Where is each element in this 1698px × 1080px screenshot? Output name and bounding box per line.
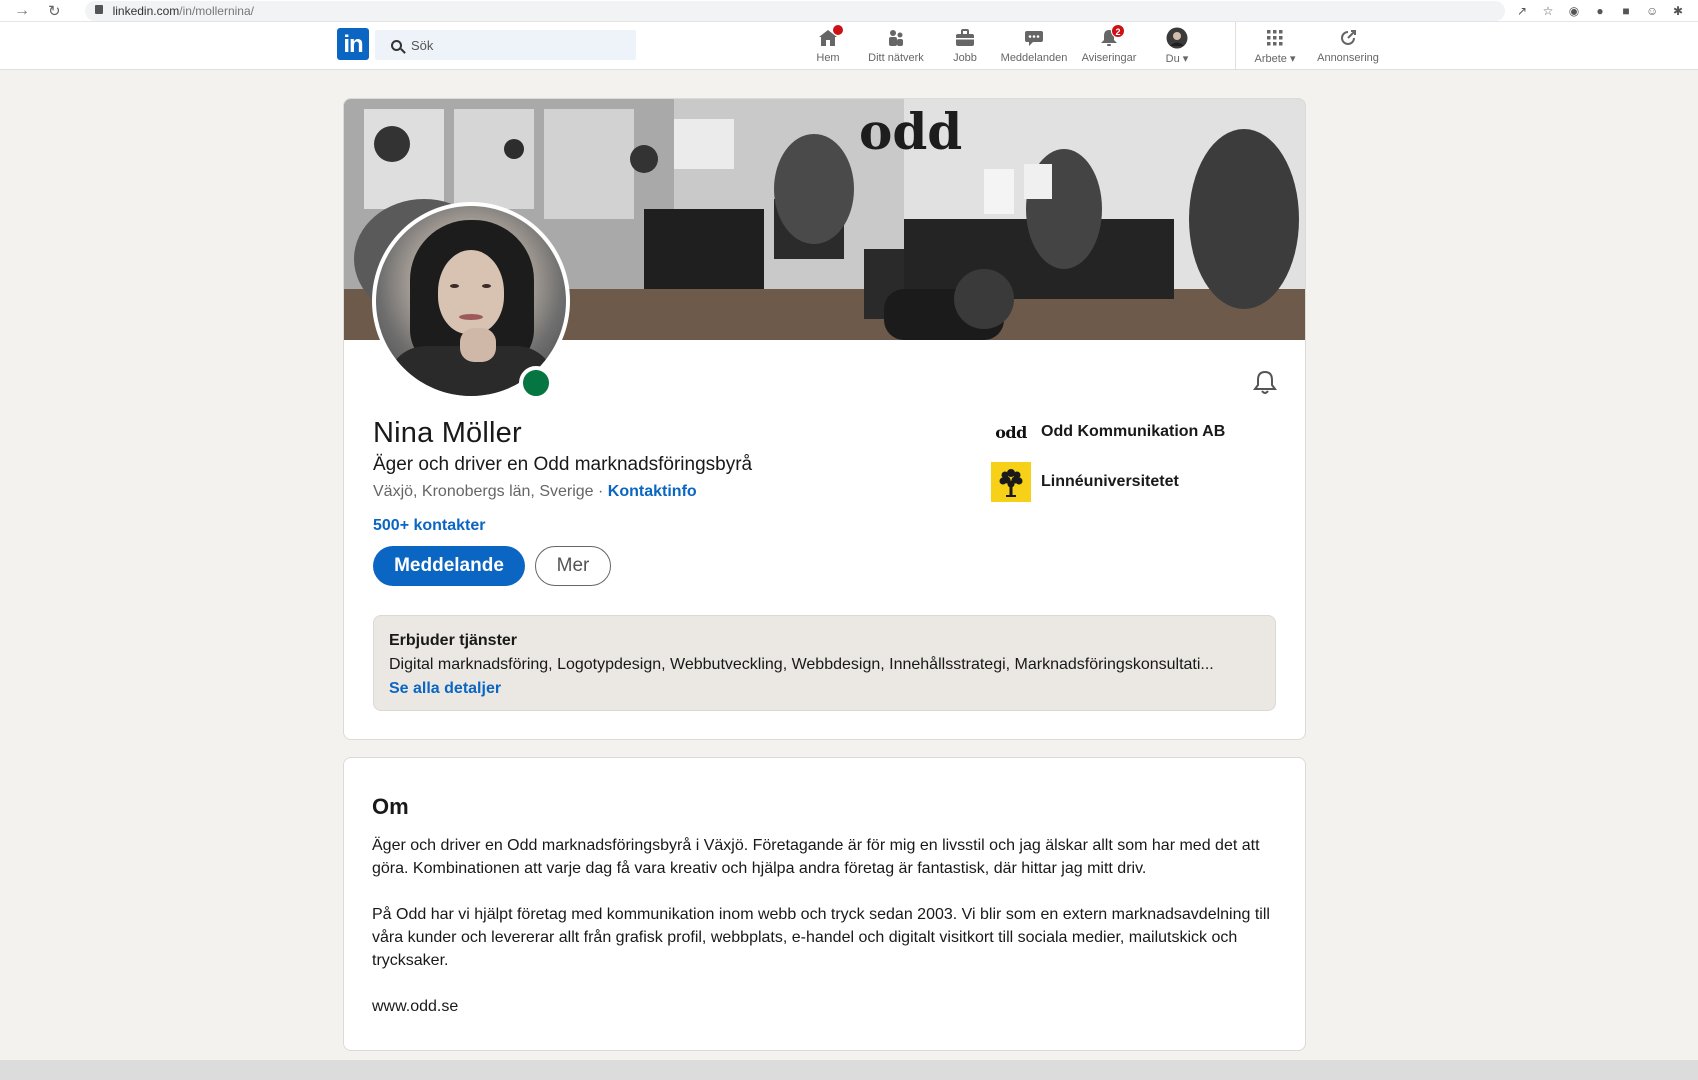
briefcase-icon [954,27,976,49]
search-placeholder: Sök [411,37,434,53]
follow-bell-icon[interactable] [1251,369,1279,397]
nav-item-advertise[interactable]: Annonsering [1310,22,1386,70]
connections-link[interactable]: 500+ kontakter [373,517,486,535]
about-paragraph: På Odd har vi hjälpt företag med kommuni… [372,906,1270,969]
extension-icon[interactable]: ■ [1620,5,1632,17]
services-title: Erbjuder tjänster [389,632,518,649]
profile-card: odd Nina Möller Äger och driver en Odd m… [343,98,1306,740]
avatar-icon [1166,27,1188,49]
services-details-link[interactable]: Se alla detaljer [389,680,1260,698]
more-button[interactable]: Mer [535,546,611,586]
about-paragraph: Äger och driver en Odd marknadsföringsby… [372,837,1260,877]
browser-extension-icons: ↗ ☆ ◉ ● ■ ☺ ✱ [1516,0,1698,22]
nav-item-network[interactable]: Ditt nätverk [856,22,936,70]
about-text: Äger och driver en Odd marknadsföringsby… [372,834,1272,1041]
extension-icon[interactable]: ☺ [1646,5,1658,17]
experience-org-odd[interactable]: odd Odd Kommunikation AB [991,412,1225,452]
forward-icon[interactable]: → [14,2,30,19]
advertise-icon [1337,27,1359,49]
bell-icon: 2 [1098,24,1125,49]
network-icon [885,27,907,49]
about-website: www.odd.se [372,998,459,1015]
browser-toolbar: → ↻ linkedin.com/in/mollernina/ ↗ ☆ ◉ ● … [0,0,1698,22]
profile-location: Växjö, Kronobergs län, Sverige [373,483,594,500]
tree-icon [991,462,1031,502]
company-logo: odd [995,422,1027,442]
address-bar[interactable]: linkedin.com/in/mollernina/ [84,0,1505,21]
nav-item-work[interactable]: Arbete ▾ [1240,22,1310,70]
services-box: Erbjuder tjänster Digital marknadsföring… [373,615,1276,711]
school-name: Linnéuniversitetet [1041,473,1179,490]
nav-item-messaging[interactable]: Meddelanden [994,22,1074,70]
nav-items: Hem Ditt nätverk Jobb Meddelanden 2 Avis… [800,22,1210,70]
nav-item-work-label: Arbete ▾ [1254,53,1296,65]
home-icon [817,24,844,49]
nav-item-jobs[interactable]: Jobb [936,22,994,70]
reload-icon[interactable]: ↻ [48,2,61,20]
bottom-scrollbar[interactable] [0,1060,1698,1080]
messaging-icon [1023,27,1045,49]
lock-icon [94,5,103,14]
contact-info-link[interactable]: Kontaktinfo [608,483,697,500]
message-button[interactable]: Meddelande [373,546,525,586]
profile-headline: Äger och driver en Odd marknadsföringsby… [373,454,753,475]
location-separator: · [593,483,608,500]
education-org-lnu[interactable]: Linnéuniversitetet [991,462,1179,502]
puzzle-icon[interactable]: ✱ [1672,5,1684,17]
top-navigation: in Sök Hem Ditt nätverk Jobb Meddelanden… [0,22,1698,70]
nav-item-me-label: Du ▾ [1165,53,1189,65]
about-title: Om [372,794,409,819]
notification-dot [832,24,844,36]
grid-icon [1264,27,1286,49]
services-list: Digital marknadsföring, Logotypdesign, W… [389,656,1214,673]
linkedin-logo[interactable]: in [337,28,369,60]
share-icon[interactable]: ↗ [1516,5,1528,17]
search-icon [391,39,402,51]
banner-logo-text: odd [859,102,962,161]
online-status-indicator [519,366,553,400]
search-input[interactable]: Sök [375,30,636,60]
nav-item-me[interactable]: Du ▾ [1144,22,1210,70]
profile-name: Nina Möller [373,417,522,449]
url-text: linkedin.com/in/mollernina/ [112,3,254,18]
nav-items-secondary: Arbete ▾ Annonsering [1240,22,1386,70]
extension-icon[interactable]: ● [1594,5,1606,17]
nav-item-home[interactable]: Hem [800,22,856,70]
nav-item-notifications[interactable]: 2 Aviseringar [1074,22,1144,70]
about-card: Om Äger och driver en Odd marknadsföring… [343,757,1306,1051]
extension-icon[interactable]: ◉ [1568,5,1580,17]
company-name: Odd Kommunikation AB [1041,423,1226,440]
profile-location-row: Växjö, Kronobergs län, Sverige · Kontakt… [373,483,697,501]
notification-count-badge: 2 [1111,24,1125,38]
nav-divider [1235,22,1236,70]
star-icon[interactable]: ☆ [1542,5,1554,17]
